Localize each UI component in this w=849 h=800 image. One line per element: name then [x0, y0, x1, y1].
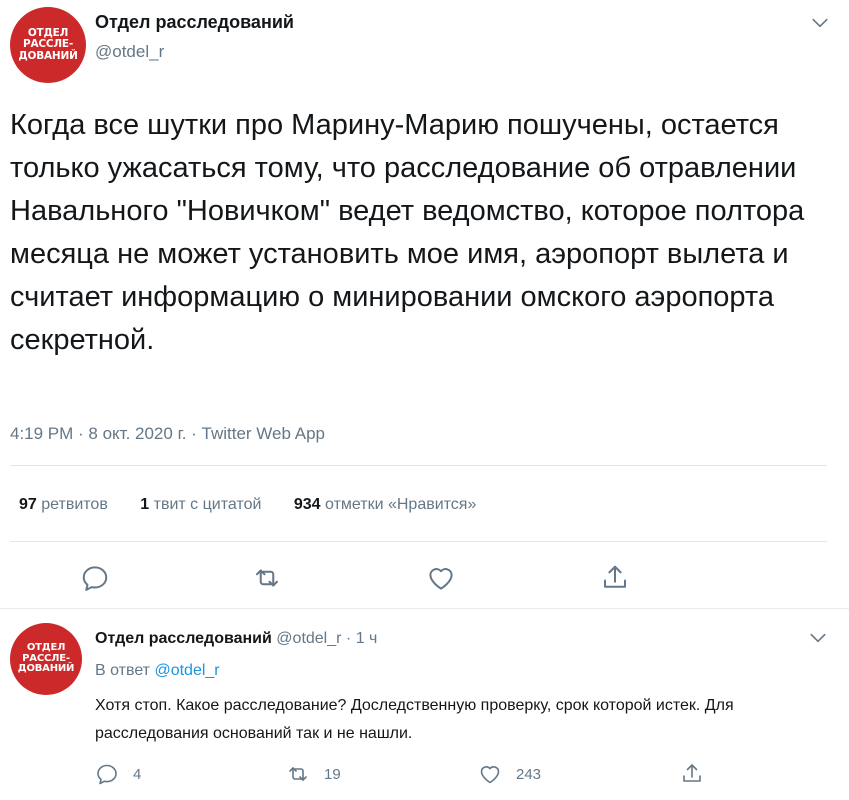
retweet-icon[interactable] [252, 563, 282, 593]
retweets-stat[interactable]: 97 ретвитов [19, 496, 108, 513]
retweet-icon [289, 767, 307, 781]
reply-to-prefix: В ответ [95, 662, 151, 679]
reply-to-line: В ответ @otdel_r [95, 662, 220, 680]
chevron-down-icon[interactable] [810, 13, 830, 33]
reply-icon[interactable] [80, 563, 110, 593]
author-handle[interactable]: @otdel_r [95, 42, 164, 62]
quotes-stat[interactable]: 1 твит с цитатой [140, 496, 261, 513]
reply-icon [97, 764, 117, 785]
heart-icon [480, 766, 500, 784]
likes-stat[interactable]: 934 отметки «Нравится» [294, 496, 477, 513]
like-count: 243 [516, 765, 542, 783]
reply-avatar[interactable]: ОТДЕЛ РАССЛЕ- ДОВАНИЙ [10, 623, 82, 695]
avatar-text-line: РАССЛЕ- [22, 38, 74, 51]
reply-text: Хотя стоп. Какое расследование? Доследст… [95, 697, 734, 742]
reply-to-mention[interactable]: @otdel_r [154, 662, 219, 679]
reply-like-button[interactable]: 243 [478, 760, 541, 788]
avatar[interactable]: ОТДЕЛ РАССЛЕ- ДОВАНИЙ [10, 7, 86, 83]
share-icon[interactable] [600, 563, 630, 593]
separator-dot: · [345, 630, 352, 647]
reply-author-name[interactable]: Отдел расследований [95, 630, 272, 647]
reply-count: 4 [133, 765, 142, 783]
share-icon [683, 764, 701, 782]
divider [10, 465, 827, 466]
avatar-text-line: ДОВАНИЙ [18, 49, 78, 62]
divider [10, 541, 827, 542]
reply-time[interactable]: 1 ч [356, 630, 378, 647]
main-tweet: ОТДЕЛ РАССЛЕ- ДОВАНИЙ Отдел расследовани… [0, 0, 849, 608]
heart-icon[interactable] [426, 563, 456, 593]
reply-retweet-button[interactable]: 19 [286, 760, 341, 788]
tweet-timestamp[interactable]: 4:19 PM · 8 окт. 2020 г. · Twitter Web A… [10, 424, 325, 444]
author-name[interactable]: Отдел расследований [95, 12, 294, 33]
avatar-text-line: ДОВАНИЙ [17, 663, 75, 675]
reply-share-button[interactable] [680, 760, 718, 788]
tweet-stats: 97 ретвитов 1 твит с цитатой 934 отметки… [19, 496, 504, 514]
reply-reply-button[interactable]: 4 [95, 760, 141, 788]
chevron-down-icon[interactable] [808, 628, 828, 648]
reply-header: Отдел расследований @otdel_r · 1 ч [95, 630, 377, 648]
divider [0, 608, 849, 609]
reply-author-handle[interactable]: @otdel_r [276, 630, 341, 647]
tweet-text: Когда все шутки про Марину-Марию пошучен… [10, 109, 805, 356]
retweet-count: 19 [324, 765, 341, 783]
